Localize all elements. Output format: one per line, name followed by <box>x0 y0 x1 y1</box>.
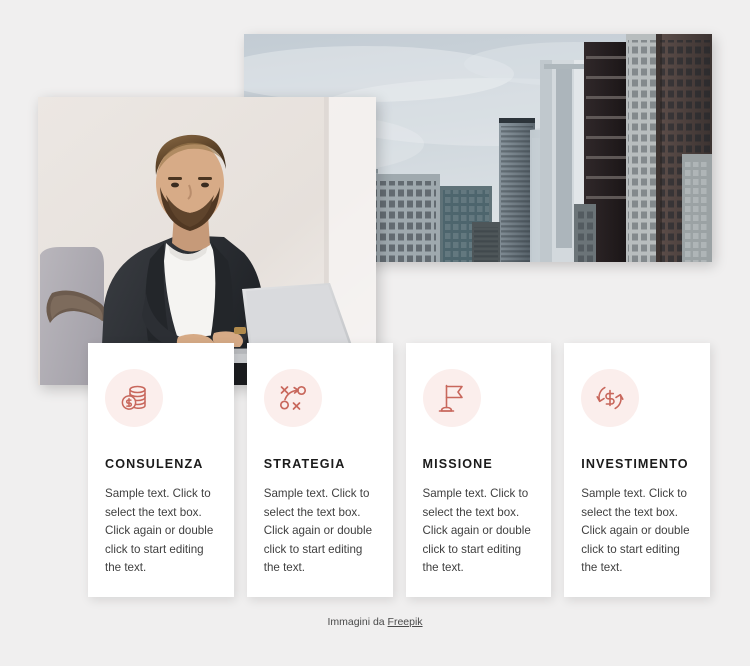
dollar-refresh-icon <box>593 381 627 415</box>
coins-stack-icon <box>117 381 151 415</box>
page-canvas: CONSULENZA Sample text. Click to select … <box>0 0 750 666</box>
card-body: Sample text. Click to select the text bo… <box>581 487 690 575</box>
card-body: Sample text. Click to select the text bo… <box>422 487 531 575</box>
feature-card-strategia[interactable]: STRATEGIA Sample text. Click to select t… <box>246 343 393 597</box>
feature-card-missione[interactable]: MISSIONE Sample text. Click to select th… <box>405 343 552 597</box>
icon-badge <box>422 369 481 427</box>
feature-card-consulenza[interactable]: CONSULENZA Sample text. Click to select … <box>88 343 234 597</box>
icon-badge <box>263 369 322 427</box>
icon-badge <box>105 369 163 427</box>
flag-icon <box>435 381 469 415</box>
icon-badge <box>581 369 640 427</box>
card-body: Sample text. Click to select the text bo… <box>263 487 373 575</box>
card-title: MISSIONE <box>422 457 493 471</box>
image-credit: Immagini da Freepik <box>0 616 750 628</box>
card-title: INVESTIMENTO <box>581 457 689 471</box>
credit-prefix: Immagini da <box>327 616 388 628</box>
strategy-playbook-icon <box>276 381 310 415</box>
card-title: CONSULENZA <box>105 457 204 471</box>
card-title: STRATEGIA <box>263 457 346 471</box>
card-body: Sample text. Click to select the text bo… <box>105 487 214 575</box>
feature-card-row: CONSULENZA Sample text. Click to select … <box>88 343 710 597</box>
freepik-link[interactable]: Freepik <box>388 616 423 628</box>
feature-card-investimento[interactable]: INVESTIMENTO Sample text. Click to selec… <box>564 343 710 597</box>
businessman-laptop-photo <box>38 97 376 385</box>
